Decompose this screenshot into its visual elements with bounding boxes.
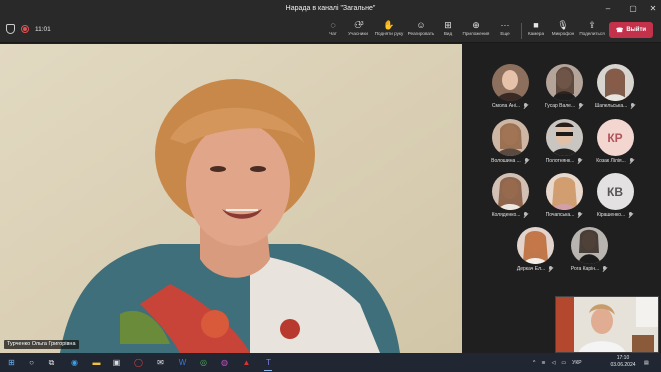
file-explorer-icon[interactable]: ▬ [90, 356, 103, 369]
clock-date: 03.06.2024 [610, 362, 636, 368]
participant-tile[interactable]: Смола Ані... [482, 64, 538, 120]
avatar [596, 64, 634, 101]
participant-tile[interactable]: Почапська... [536, 173, 592, 229]
mic-off-icon [630, 103, 635, 109]
clock-time: 17:10 [616, 355, 630, 361]
toolbar-divider [521, 23, 522, 39]
mic-off-icon [577, 158, 582, 164]
close-icon[interactable]: ✕ [643, 0, 661, 17]
mic-off-icon [524, 158, 529, 164]
opera-icon[interactable]: ◯ [132, 356, 145, 369]
wifi-icon[interactable]: ≋ [541, 360, 545, 366]
speaker-icon[interactable]: ◁ [552, 360, 556, 366]
view-button[interactable]: ⊞ Вид [442, 19, 454, 41]
mic-off-icon [523, 212, 528, 218]
word-icon[interactable]: W [176, 356, 189, 369]
participant-tile[interactable]: Коляденко... [482, 173, 538, 229]
chat-icon: ◌ [330, 20, 336, 30]
shield-icon [6, 24, 15, 34]
meeting-toolbar: 11:01 ◌ Чат ⚇ 13 Учасники ✋ Подняти руку… [0, 17, 661, 43]
teams-icon[interactable]: T [262, 356, 275, 369]
participant-tile[interactable]: Шапельська... [587, 64, 643, 120]
chevron-up-icon[interactable]: ^ [533, 360, 535, 366]
share-icon: ⇪ [588, 20, 596, 30]
mic-off-icon [578, 103, 583, 109]
avatar [491, 119, 529, 156]
chrome-icon[interactable]: ◎ [197, 356, 210, 369]
self-view-frame [556, 297, 658, 352]
avatar [570, 227, 608, 264]
meeting-status: 11:01 [6, 24, 51, 34]
store-icon[interactable]: ▣ [110, 356, 123, 369]
participant-tile[interactable]: Рога Карін... [561, 227, 617, 283]
task-view-icon[interactable]: ⧉ [45, 356, 58, 369]
mic-off-icon [629, 158, 634, 164]
maximize-icon[interactable]: ▢ [623, 0, 643, 17]
participant-tile[interactable]: Волошина ... [482, 119, 538, 175]
avatar [491, 64, 529, 101]
avatar-initials: КР [596, 119, 634, 156]
participant-tile[interactable]: Деркач Ел... [507, 227, 563, 283]
smiley-icon: ☺ [416, 20, 426, 30]
taskbar: ⊞ ○ ⧉ ◉ ▬ ▣ ◯ ✉ W ◎ ◍ ▲ T ^ ≋ ◁ ▭ УКР 17… [0, 353, 661, 372]
more-button[interactable]: ··· Еще [498, 19, 512, 41]
window-title: Нарада в каналі "Загальне" [285, 5, 376, 12]
avatar [545, 119, 583, 156]
speaker-name-label: Турченко Ольга Григорівна [4, 340, 79, 349]
participant-tile[interactable]: Гусар Вале... [536, 64, 592, 120]
camera-icon: ■ [533, 20, 539, 30]
active-app-indicator [264, 370, 272, 371]
participant-tile[interactable]: Полотнянк... [536, 119, 592, 175]
plus-icon: ⊕ [472, 20, 480, 30]
avatar [545, 64, 583, 101]
participants-button[interactable]: ⚇ 13 Учасники [345, 19, 371, 41]
camera-button[interactable]: ■ Камера [526, 19, 546, 41]
participant-tile[interactable]: КВ Кірашенко... [587, 173, 643, 229]
system-tray: ^ ≋ ◁ ▭ УКР [533, 353, 582, 372]
language-indicator[interactable]: УКР [572, 360, 581, 366]
more-icon: ··· [500, 20, 510, 30]
main-video: Турченко Ольга Григорівна [0, 44, 462, 353]
edge-icon[interactable]: ◉ [68, 356, 81, 369]
windows-start-icon[interactable]: ⊞ [5, 356, 18, 369]
microphone-button[interactable]: 🎙 Микрофон [550, 19, 576, 41]
mic-off-icon [628, 212, 633, 218]
react-button[interactable]: ☺ Реагировать [406, 19, 436, 41]
participants-count: 13 [358, 21, 364, 27]
phone-hangup-icon: ☎ [615, 27, 624, 34]
leave-button[interactable]: ☎ Выйти [609, 22, 653, 38]
mic-off-icon [523, 103, 528, 109]
hand-icon: ✋ [383, 20, 395, 30]
mail-icon[interactable]: ✉ [154, 356, 167, 369]
clock[interactable]: 17:10 03.06.2024 [610, 355, 636, 369]
self-view-video[interactable] [555, 296, 659, 353]
viber-icon[interactable]: ◍ [218, 356, 231, 369]
microphone-icon: 🎙 [557, 20, 569, 30]
battery-icon[interactable]: ▭ [561, 360, 566, 366]
chat-button[interactable]: ◌ Чат [325, 19, 341, 41]
search-icon[interactable]: ○ [25, 356, 38, 369]
avatar [516, 227, 554, 264]
mic-off-icon [602, 266, 607, 272]
avatar-initials: КВ [596, 173, 634, 210]
apps-button[interactable]: ⊕ Приложения [461, 19, 491, 41]
share-button[interactable]: ⇪ Поделиться [578, 19, 606, 41]
participant-tile[interactable]: КР Козак Лілія... [587, 119, 643, 175]
meeting-timer: 11:01 [35, 25, 51, 33]
recording-icon [21, 25, 29, 33]
notification-icon[interactable]: ▤ [644, 353, 649, 372]
speaker-video-frame [0, 44, 462, 353]
mic-off-icon [577, 212, 582, 218]
avatar [545, 173, 583, 210]
pdf-reader-icon[interactable]: ▲ [240, 356, 253, 369]
avatar [491, 173, 529, 210]
raise-hand-button[interactable]: ✋ Подняти руку [373, 19, 405, 41]
mic-off-icon [548, 266, 553, 272]
minimize-icon[interactable]: – [598, 0, 618, 17]
grid-icon: ⊞ [444, 20, 452, 30]
title-bar: Нарада в каналі "Загальне" – ▢ ✕ [0, 0, 661, 17]
